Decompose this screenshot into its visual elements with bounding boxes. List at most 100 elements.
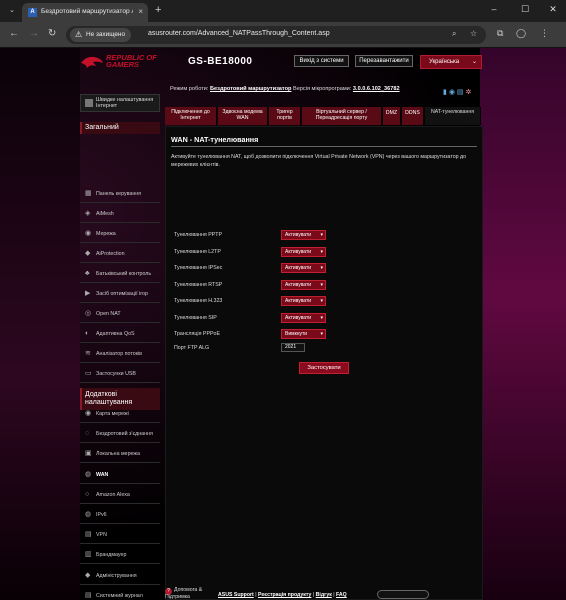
setting-select[interactable]: Активувати ▾ bbox=[281, 296, 326, 306]
profile-icon[interactable]: ◯ bbox=[516, 28, 526, 39]
setting-label: Тунелювання RTSP bbox=[174, 281, 223, 288]
faq-link[interactable]: FAQ bbox=[336, 592, 347, 598]
sidebar-item-ipv6[interactable]: ◍ IPv6 bbox=[80, 507, 160, 524]
setting-label: Тунелювання IPSec bbox=[174, 265, 223, 271]
sidebar-item-label: Адаптивна QoS bbox=[96, 331, 135, 337]
menu-kebab-icon[interactable]: ⋮ bbox=[540, 28, 549, 39]
back-arrow-icon[interactable]: ← bbox=[9, 28, 19, 39]
language-select[interactable]: Українська ⌄ bbox=[420, 55, 482, 69]
sidebar-item-open-nat[interactable]: ◎ Open NAT bbox=[80, 306, 160, 323]
setting-select[interactable]: Вимкнути ▾ bbox=[281, 329, 326, 339]
wan-icon: ◍ bbox=[85, 470, 92, 478]
sidebar-item-label: Батьківський контроль bbox=[96, 271, 152, 277]
extensions-icon[interactable]: ⧉ bbox=[497, 28, 503, 39]
alexa-icon: ○ bbox=[85, 490, 90, 498]
star-icon[interactable]: ☆ bbox=[470, 29, 477, 38]
traffic-icon: ≋ bbox=[85, 350, 91, 357]
chevron-down-icon: ▾ bbox=[320, 281, 323, 288]
setting-select[interactable]: Активувати ▾ bbox=[281, 312, 326, 323]
tab-virtual-server[interactable]: Віртуальний сервер / Переадресація порту bbox=[302, 107, 382, 125]
tab-nat-passthrough[interactable]: NAT-тунелювання bbox=[425, 107, 481, 125]
wan-tab-bar: Підключення до Інтернет Здвоєна модема W… bbox=[165, 107, 483, 125]
sidebar-item-firewall[interactable]: ▥ Брандмауер bbox=[80, 547, 160, 565]
family-icon: ♣ bbox=[85, 270, 90, 277]
quick-setup-button[interactable]: Швидке налаштування Інтернет bbox=[80, 94, 160, 112]
setting-select[interactable]: Активувати ▾ bbox=[281, 246, 326, 257]
logout-button[interactable]: Вихід з системи bbox=[294, 55, 349, 67]
gear-icon[interactable]: ✲ bbox=[465, 89, 471, 96]
browser-tab[interactable]: A Бездротовий маршрутизатор A × bbox=[22, 3, 148, 22]
firmware-link[interactable]: 3.0.0.6.102_36782 bbox=[353, 86, 400, 92]
asus-support-link[interactable]: ASUS Support bbox=[218, 592, 254, 598]
shield-icon: ◆ bbox=[85, 250, 91, 257]
sidebar-item-log[interactable]: ▤ Системний журнал bbox=[80, 588, 160, 600]
sidebar-item-label: Мережа bbox=[96, 231, 116, 237]
wifi-status-icon[interactable]: ◉ bbox=[449, 89, 455, 96]
sidebar-item-label: Карта мережі bbox=[96, 411, 129, 417]
chevron-down-icon: ⌄ bbox=[471, 59, 477, 65]
mode-label: Режим роботи: bbox=[170, 86, 209, 92]
sidebar-item-vpn[interactable]: ▤ VPN bbox=[80, 527, 160, 545]
sidebar-item-lan[interactable]: ▣ Локальна мережа bbox=[80, 446, 160, 464]
security-chip[interactable]: ⚠ Не захищено bbox=[70, 28, 132, 42]
tab-internet-connection[interactable]: Підключення до Інтернет bbox=[165, 107, 217, 125]
sidebar-item-network-map[interactable]: ◉ Карта мережі bbox=[80, 406, 160, 423]
tab-port-trigger[interactable]: Тригер портів bbox=[269, 107, 301, 125]
setting-label: Трансляція PPPoE bbox=[174, 331, 220, 337]
usb-status-icon[interactable]: ▮ bbox=[443, 89, 447, 96]
sidebar-item-dashboard[interactable]: ▦ Панель керування bbox=[80, 186, 160, 203]
setting-label: Тунелювання H.323 bbox=[174, 298, 223, 304]
sidebar-item-network[interactable]: ◉ Мережа bbox=[80, 226, 160, 243]
tab-search-chevron-icon[interactable]: ⌄ bbox=[6, 5, 18, 17]
address-bar[interactable]: ⚠ Не захищено asusrouter.com/Advanced_NA… bbox=[66, 26, 486, 44]
reboot-button[interactable]: Перезавантажити bbox=[355, 55, 413, 67]
tab-ddns[interactable]: DDNS bbox=[402, 107, 424, 125]
feedback-link[interactable]: Відгук bbox=[316, 592, 332, 598]
sidebar-item-family[interactable]: ♣ Батьківський контроль bbox=[80, 266, 160, 283]
sidebar-item-qos[interactable]: ◐ Адаптивна QoS bbox=[80, 326, 160, 343]
sidebar-item-shield[interactable]: ◆ AiProtection bbox=[80, 246, 160, 263]
background-glow-left bbox=[0, 48, 80, 600]
ftp-alg-port-input[interactable]: 2021 bbox=[281, 343, 305, 352]
tab-dmz[interactable]: DMZ bbox=[383, 107, 401, 125]
select-value: Активувати bbox=[285, 265, 312, 271]
product-registration-link[interactable]: Реєстрація продукту bbox=[258, 592, 311, 598]
search-icon[interactable]: ⌕ bbox=[452, 29, 456, 39]
reload-icon[interactable]: ↻ bbox=[48, 28, 56, 39]
sidebar-item-label: Застосунки USB bbox=[96, 371, 136, 377]
tab-dual-wan[interactable]: Здвоєна модема WAN bbox=[218, 107, 268, 125]
setting-select[interactable]: Активувати ▾ bbox=[281, 263, 326, 273]
help-support-link[interactable]: ? Допомога & Підтримка bbox=[165, 587, 213, 600]
sidebar-item-wireless[interactable]: ◌ Бездротовий з'єднання bbox=[80, 426, 160, 444]
setting-label: Тунелювання L2TP bbox=[174, 248, 221, 255]
sidebar-item-mesh[interactable]: ◈ AiMesh bbox=[80, 206, 160, 223]
new-tab-button[interactable]: + bbox=[155, 4, 161, 16]
sidebar-item-label: Брандмауер bbox=[96, 552, 127, 559]
mode-link[interactable]: Бездротовий маршрутизатор bbox=[210, 86, 291, 92]
chevron-down-icon: ▾ bbox=[320, 265, 323, 271]
browser-toolbar: ← → ↻ ⚠ Не захищено asusrouter.com/Advan… bbox=[0, 22, 566, 48]
sidebar-item-alexa[interactable]: ○ Amazon Alexa bbox=[80, 487, 160, 504]
sidebar-item-wan[interactable]: ◍ WAN bbox=[80, 467, 160, 484]
minimize-button[interactable]: – bbox=[484, 4, 504, 14]
close-tab-icon[interactable]: × bbox=[138, 7, 143, 16]
chevron-down-icon: ▾ bbox=[320, 232, 323, 238]
security-label: Не захищено bbox=[86, 31, 126, 38]
close-window-button[interactable]: ✕ bbox=[543, 4, 563, 15]
admin-icon: ◆ bbox=[85, 571, 91, 579]
select-value: Активувати bbox=[285, 314, 312, 321]
setting-label: Тунелювання SIP bbox=[174, 314, 217, 321]
forward-arrow-icon[interactable]: → bbox=[29, 28, 39, 39]
setting-select[interactable]: Активувати ▾ bbox=[281, 279, 326, 290]
maximize-button[interactable]: ☐ bbox=[515, 4, 535, 15]
sidebar-item-traffic[interactable]: ≋ Аналізатор потоків bbox=[80, 346, 160, 363]
footer-search-input[interactable] bbox=[377, 590, 429, 599]
sidebar-item-usb[interactable]: ▭ Застосунки USB bbox=[80, 366, 160, 383]
sidebar-item-game[interactable]: ▶ Засіб оптимізації ігор bbox=[80, 286, 160, 303]
browser-tab-title: Бездротовий маршрутизатор A bbox=[41, 8, 133, 15]
network-status-icon[interactable]: ▤ bbox=[457, 89, 464, 96]
sidebar-item-admin[interactable]: ◆ Адміністрування bbox=[80, 568, 160, 585]
title-divider bbox=[171, 146, 477, 147]
apply-button[interactable]: Застосувати bbox=[299, 362, 349, 374]
setting-select[interactable]: Активувати ▾ bbox=[281, 230, 326, 240]
